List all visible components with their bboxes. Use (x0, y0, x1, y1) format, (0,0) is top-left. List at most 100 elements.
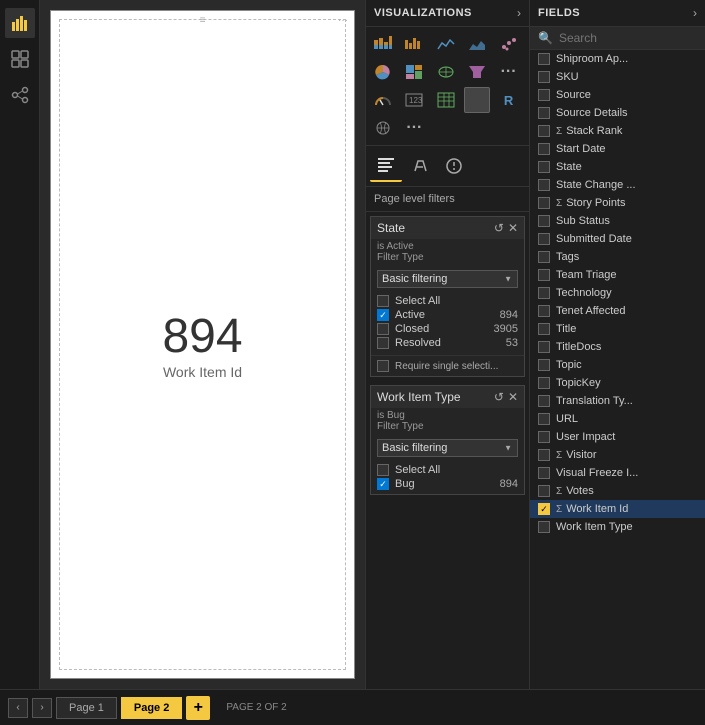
field-item-user-impact[interactable]: User Impact (530, 428, 705, 446)
field-item-tags[interactable]: Tags (530, 248, 705, 266)
page-add-btn[interactable]: + (186, 696, 210, 720)
field-checkbox-translation-ty[interactable] (538, 395, 550, 407)
viz-line-chart[interactable] (433, 31, 459, 57)
state-filter-type-select[interactable]: Basic filtering (377, 270, 518, 288)
field-item-story-points[interactable]: Σ Story Points (530, 194, 705, 212)
field-checkbox-start-date[interactable] (538, 143, 550, 155)
field-checkbox-sku[interactable] (538, 71, 550, 83)
sidebar-item-data[interactable] (5, 44, 35, 74)
field-checkbox-work-item-type[interactable] (538, 521, 550, 533)
viz-more-custom[interactable]: ··· (401, 115, 427, 141)
field-item-visitor[interactable]: Σ Visitor (530, 446, 705, 464)
field-checkbox-votes[interactable] (538, 485, 550, 497)
viz-more-charts[interactable]: ··· (496, 59, 522, 85)
viz-expand-icon[interactable]: › (517, 6, 521, 20)
field-item-work-item-id[interactable]: Σ Work Item Id (530, 500, 705, 518)
more-button[interactable]: ··· (338, 15, 348, 26)
field-item-technology[interactable]: Technology (530, 284, 705, 302)
field-item-submitted-date[interactable]: Submitted Date (530, 230, 705, 248)
field-item-stack-rank[interactable]: Σ Stack Rank (530, 122, 705, 140)
field-checkbox-team-triage[interactable] (538, 269, 550, 281)
field-checkbox-visual-freeze[interactable] (538, 467, 550, 479)
state-filter-closed[interactable]: Closed 3905 (377, 322, 518, 336)
page-tab-1[interactable]: Page 1 (56, 697, 117, 719)
field-checkbox-topickey[interactable] (538, 377, 550, 389)
state-select-all-checkbox[interactable] (377, 295, 389, 307)
page-prev-btn[interactable]: ‹ (8, 698, 28, 718)
field-item-state[interactable]: State (530, 158, 705, 176)
field-checkbox-tenet-affected[interactable] (538, 305, 550, 317)
state-resolved-checkbox[interactable] (377, 337, 389, 349)
fields-search-input[interactable] (559, 31, 705, 45)
analytics-tool-btn[interactable] (438, 150, 470, 182)
fields-tool-btn[interactable] (370, 150, 402, 182)
viz-pie-chart[interactable] (370, 59, 396, 85)
field-item-url[interactable]: URL (530, 410, 705, 428)
field-checkbox-user-impact[interactable] (538, 431, 550, 443)
field-item-title[interactable]: Title (530, 320, 705, 338)
field-checkbox-tags[interactable] (538, 251, 550, 263)
state-active-checkbox[interactable] (377, 309, 389, 321)
field-item-votes[interactable]: Σ Votes (530, 482, 705, 500)
field-checkbox-visitor[interactable] (538, 449, 550, 461)
field-checkbox-stack-rank[interactable] (538, 125, 550, 137)
field-item-state-change[interactable]: State Change ... (530, 176, 705, 194)
field-item-titledocs[interactable]: TitleDocs (530, 338, 705, 356)
viz-r-custom[interactable]: R (496, 87, 522, 113)
state-filter-select-all[interactable]: Select All (377, 294, 518, 308)
state-filter-clear[interactable]: ↺ (494, 221, 504, 235)
viz-gauge[interactable] (370, 87, 396, 113)
state-closed-checkbox[interactable] (377, 323, 389, 335)
field-item-sku[interactable]: SKU (530, 68, 705, 86)
viz-card[interactable]: 123 (401, 87, 427, 113)
sidebar-item-model[interactable] (5, 80, 35, 110)
field-item-start-date[interactable]: Start Date (530, 140, 705, 158)
work-item-bug[interactable]: Bug 894 (377, 477, 518, 491)
page-next-btn[interactable]: › (32, 698, 52, 718)
field-checkbox-state[interactable] (538, 161, 550, 173)
page-tab-2[interactable]: Page 2 (121, 697, 182, 719)
field-item-source[interactable]: Source (530, 86, 705, 104)
field-checkbox-technology[interactable] (538, 287, 550, 299)
field-item-shiproom[interactable]: Shiproom Ap... (530, 50, 705, 68)
field-checkbox-sub-status[interactable] (538, 215, 550, 227)
field-item-topickey[interactable]: TopicKey (530, 374, 705, 392)
work-item-filter-clear[interactable]: ↺ (494, 390, 504, 404)
field-item-work-item-type[interactable]: Work Item Type (530, 518, 705, 536)
viz-table[interactable] (433, 87, 459, 113)
work-item-select-all[interactable]: Select All (377, 463, 518, 477)
field-item-topic[interactable]: Topic (530, 356, 705, 374)
field-checkbox-topic[interactable] (538, 359, 550, 371)
field-item-sub-status[interactable]: Sub Status (530, 212, 705, 230)
state-filter-resolved[interactable]: Resolved 53 (377, 336, 518, 350)
viz-area-chart[interactable] (464, 31, 490, 57)
work-item-select-all-checkbox[interactable] (377, 464, 389, 476)
field-checkbox-shiproom[interactable] (538, 53, 550, 65)
work-item-filter-close[interactable]: ✕ (508, 390, 518, 404)
viz-treemap[interactable] (401, 59, 427, 85)
fields-expand-icon[interactable]: › (693, 6, 697, 20)
field-item-team-triage[interactable]: Team Triage (530, 266, 705, 284)
field-checkbox-source[interactable] (538, 89, 550, 101)
viz-matrix[interactable] (464, 87, 490, 113)
sidebar-item-report[interactable] (5, 8, 35, 38)
field-item-visual-freeze[interactable]: Visual Freeze I... (530, 464, 705, 482)
state-filter-header[interactable]: State ↺ ✕ (371, 217, 524, 239)
work-item-filter-header[interactable]: Work Item Type ↺ ✕ (371, 386, 524, 408)
field-checkbox-url[interactable] (538, 413, 550, 425)
field-checkbox-work-item-id[interactable] (538, 503, 550, 515)
field-checkbox-state-change[interactable] (538, 179, 550, 191)
viz-funnel[interactable] (464, 59, 490, 85)
require-single-checkbox[interactable] (377, 360, 389, 372)
field-item-translation-ty[interactable]: Translation Ty... (530, 392, 705, 410)
viz-clustered-bar[interactable] (401, 31, 427, 57)
field-checkbox-titledocs[interactable] (538, 341, 550, 353)
field-item-source-details[interactable]: Source Details (530, 104, 705, 122)
field-checkbox-story-points[interactable] (538, 197, 550, 209)
field-checkbox-title[interactable] (538, 323, 550, 335)
state-filter-close[interactable]: ✕ (508, 221, 518, 235)
viz-stacked-bar[interactable] (370, 31, 396, 57)
work-item-bug-checkbox[interactable] (377, 478, 389, 490)
viz-scatter-chart[interactable] (496, 31, 522, 57)
field-checkbox-submitted-date[interactable] (538, 233, 550, 245)
